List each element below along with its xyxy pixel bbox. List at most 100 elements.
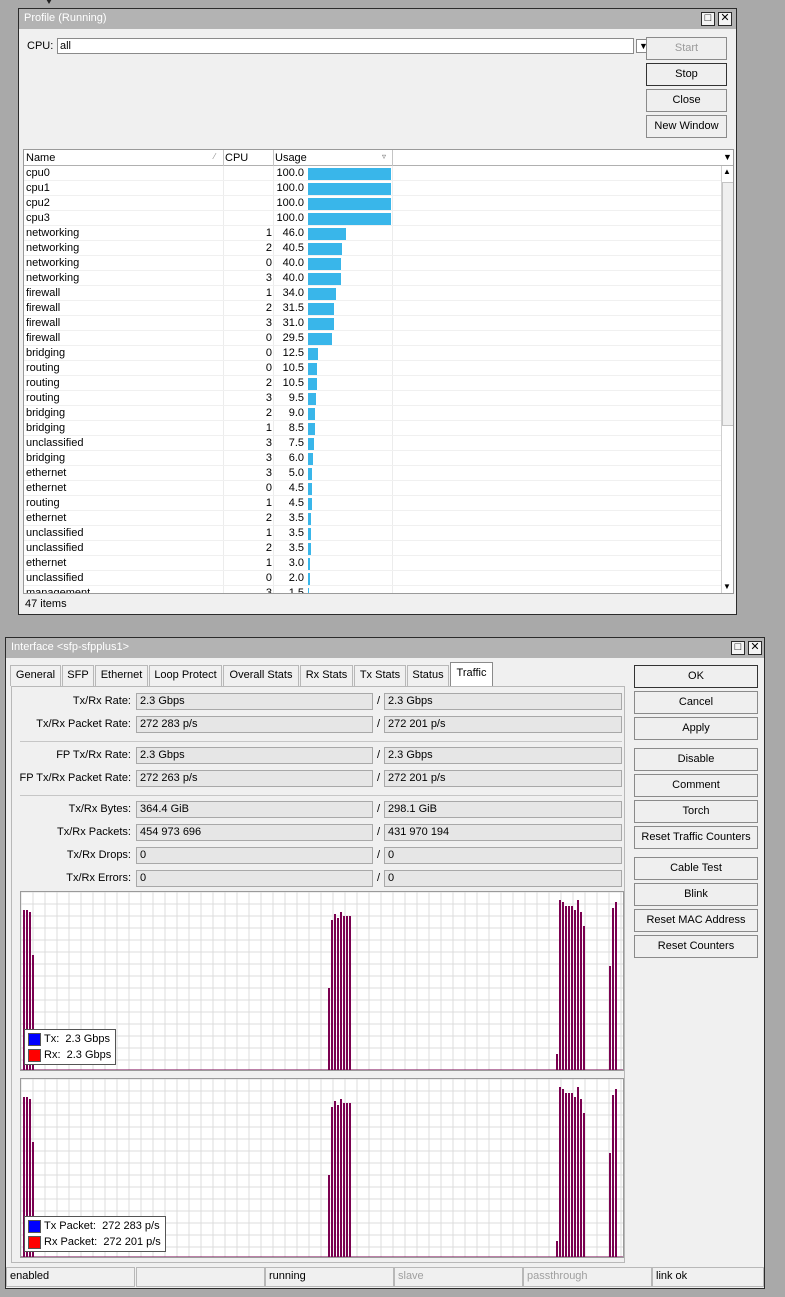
tab-loop-protect[interactable]: Loop Protect bbox=[149, 665, 222, 686]
table-row[interactable]: networking 2 40.5 bbox=[24, 241, 721, 256]
table-row[interactable]: routing 0 10.5 bbox=[24, 361, 721, 376]
vertical-scrollbar[interactable]: ▲ ▼ bbox=[721, 166, 733, 593]
table-row[interactable]: networking 0 40.0 bbox=[24, 256, 721, 271]
table-row[interactable]: firewall 0 29.5 bbox=[24, 331, 721, 346]
usage-bar bbox=[308, 423, 315, 435]
close-button[interactable]: Close bbox=[646, 89, 727, 112]
table-row[interactable]: ethernet 2 3.5 bbox=[24, 511, 721, 526]
fp-txrx-rate-label: FP Tx/Rx Rate: bbox=[56, 749, 131, 761]
table-row[interactable]: ethernet 1 3.0 bbox=[24, 556, 721, 571]
cell-usage: 10.5 bbox=[282, 377, 304, 389]
traffic-spike bbox=[556, 1241, 558, 1257]
start-button[interactable]: Start bbox=[646, 37, 727, 60]
tx-legend-label: Tx: bbox=[44, 1033, 60, 1045]
table-row[interactable]: cpu3 100.0 bbox=[24, 211, 721, 226]
table-row[interactable]: routing 1 4.5 bbox=[24, 496, 721, 511]
scroll-up-icon[interactable]: ▲ bbox=[723, 167, 731, 176]
separator-slash: / bbox=[377, 849, 381, 861]
table-row[interactable]: unclassified 2 3.5 bbox=[24, 541, 721, 556]
reset-mac-address-button[interactable]: Reset MAC Address bbox=[634, 909, 758, 932]
tab-tx-stats[interactable]: Tx Stats bbox=[354, 665, 406, 686]
tab-rx-stats[interactable]: Rx Stats bbox=[300, 665, 353, 686]
cpu-select[interactable]: all bbox=[57, 38, 634, 54]
rx-packets-field: 431 970 194 bbox=[384, 824, 622, 841]
cancel-button[interactable]: Cancel bbox=[634, 691, 758, 714]
maximize-icon[interactable]: □ bbox=[701, 12, 715, 26]
table-row[interactable]: firewall 1 34.0 bbox=[24, 286, 721, 301]
stop-button[interactable]: Stop bbox=[646, 63, 727, 86]
table-row[interactable]: routing 2 10.5 bbox=[24, 376, 721, 391]
cell-name: networking bbox=[26, 227, 80, 239]
tab-general[interactable]: General bbox=[10, 665, 61, 686]
profile-titlebar[interactable]: Profile (Running) bbox=[19, 9, 736, 29]
column-menu-icon[interactable]: ▼ bbox=[723, 152, 732, 162]
cell-cpu: 0 bbox=[265, 332, 272, 344]
column-header-cpu[interactable]: CPU bbox=[225, 152, 248, 164]
fp-txrx-packet-rate-label: FP Tx/Rx Packet Rate: bbox=[19, 772, 131, 784]
cell-usage: 6.0 bbox=[288, 452, 304, 464]
cell-cpu: 1 bbox=[265, 527, 272, 539]
disable-button[interactable]: Disable bbox=[634, 748, 758, 771]
table-row[interactable]: ethernet 3 5.0 bbox=[24, 466, 721, 481]
table-row[interactable]: bridging 1 8.5 bbox=[24, 421, 721, 436]
traffic-spike bbox=[349, 1103, 351, 1257]
close-icon[interactable]: ✕ bbox=[748, 641, 762, 655]
tab-status[interactable]: Status bbox=[407, 665, 449, 686]
table-row[interactable]: unclassified 1 3.5 bbox=[24, 526, 721, 541]
separator-slash: / bbox=[377, 749, 381, 761]
reset-traffic-counters-button[interactable]: Reset Traffic Counters bbox=[634, 826, 758, 849]
maximize-icon[interactable]: □ bbox=[731, 641, 745, 655]
traffic-spike bbox=[337, 918, 339, 1070]
comment-button[interactable]: Comment bbox=[634, 774, 758, 797]
cell-name: routing bbox=[26, 377, 60, 389]
scroll-down-icon[interactable]: ▼ bbox=[723, 582, 731, 591]
table-row[interactable]: unclassified 3 7.5 bbox=[24, 436, 721, 451]
table-row[interactable]: routing 3 9.5 bbox=[24, 391, 721, 406]
traffic-spike bbox=[568, 906, 570, 1070]
apply-button[interactable]: Apply bbox=[634, 717, 758, 740]
cell-usage: 3.0 bbox=[288, 557, 304, 569]
cell-name: cpu1 bbox=[26, 182, 50, 194]
table-row[interactable]: firewall 3 31.0 bbox=[24, 316, 721, 331]
interface-window-title: Interface <sfp-sfpplus1> bbox=[11, 641, 130, 653]
reset-counters-button[interactable]: Reset Counters bbox=[634, 935, 758, 958]
cpu-label: CPU: bbox=[27, 40, 54, 52]
close-icon[interactable]: ✕ bbox=[718, 12, 732, 26]
cell-usage: 4.5 bbox=[288, 497, 304, 509]
table-row[interactable]: ethernet 0 4.5 bbox=[24, 481, 721, 496]
table-row[interactable]: cpu0 100.0 bbox=[24, 166, 721, 181]
table-row[interactable]: networking 1 46.0 bbox=[24, 226, 721, 241]
table-row[interactable]: networking 3 40.0 bbox=[24, 271, 721, 286]
column-header-name[interactable]: Name bbox=[26, 152, 55, 164]
cell-usage: 9.0 bbox=[288, 407, 304, 419]
rx-drops-field: 0 bbox=[384, 847, 622, 864]
table-row[interactable]: bridging 3 6.0 bbox=[24, 451, 721, 466]
tab-traffic[interactable]: Traffic bbox=[450, 662, 493, 687]
table-row[interactable]: bridging 0 12.5 bbox=[24, 346, 721, 361]
column-header-usage[interactable]: Usage bbox=[275, 152, 307, 164]
tab-overall-stats[interactable]: Overall Stats bbox=[223, 665, 299, 686]
table-row[interactable]: management 3 1.5 bbox=[24, 586, 721, 593]
table-row[interactable]: bridging 2 9.0 bbox=[24, 406, 721, 421]
scrollbar-thumb[interactable] bbox=[722, 182, 733, 426]
traffic-spike bbox=[334, 1101, 336, 1257]
table-row[interactable]: cpu2 100.0 bbox=[24, 196, 721, 211]
txrx-rate-label: Tx/Rx Rate: bbox=[72, 695, 131, 707]
tx-packet-legend-value: 272 283 p/s bbox=[102, 1220, 160, 1232]
torch-button[interactable]: Torch bbox=[634, 800, 758, 823]
cable-test-button[interactable]: Cable Test bbox=[634, 857, 758, 880]
blink-button[interactable]: Blink bbox=[634, 883, 758, 906]
cell-usage: 12.5 bbox=[282, 347, 304, 359]
traffic-spike bbox=[346, 916, 348, 1070]
table-row[interactable]: unclassified 0 2.0 bbox=[24, 571, 721, 586]
tab-sfp[interactable]: SFP bbox=[62, 665, 94, 686]
ok-button[interactable]: OK bbox=[634, 665, 758, 688]
table-row[interactable]: cpu1 100.0 bbox=[24, 181, 721, 196]
new-window-button[interactable]: New Window bbox=[646, 115, 727, 138]
cell-name: firewall bbox=[26, 332, 61, 344]
cell-cpu: 3 bbox=[265, 437, 272, 449]
table-row[interactable]: firewall 2 31.5 bbox=[24, 301, 721, 316]
tab-ethernet[interactable]: Ethernet bbox=[95, 665, 148, 686]
sort-icon: ⁄ bbox=[214, 152, 216, 161]
interface-titlebar[interactable]: Interface <sfp-sfpplus1> bbox=[6, 638, 764, 658]
